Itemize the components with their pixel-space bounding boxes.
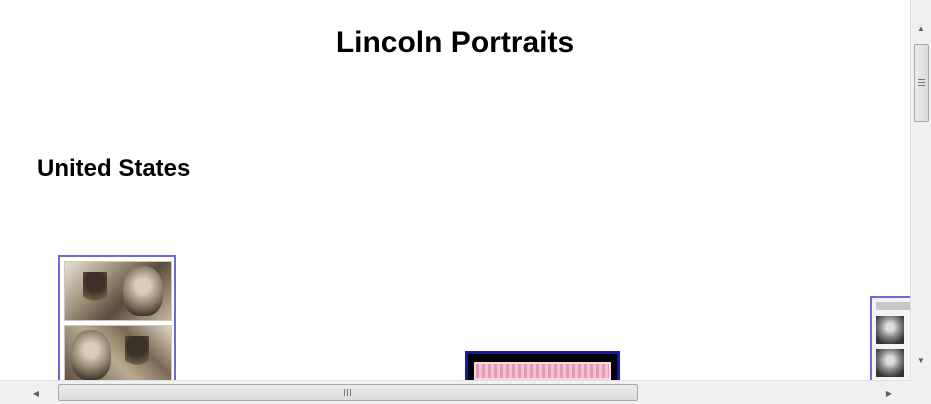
stamp-pair-thumbnail[interactable]	[58, 255, 176, 380]
scrollbar-corner	[910, 380, 931, 404]
page-viewport: Lincoln Portraits United States	[0, 0, 910, 380]
grip-icon	[918, 79, 925, 87]
lincoln-stamp-image	[64, 325, 172, 380]
pink-stamp-thumbnail[interactable]	[465, 351, 620, 380]
arrow-down-icon[interactable]: ▼	[911, 350, 931, 370]
lincoln-stamp-image	[64, 261, 172, 321]
stamp-sheet-image	[876, 316, 904, 344]
arrow-left-icon[interactable]: ◀	[26, 383, 46, 403]
arrow-up-icon[interactable]: ▲	[911, 18, 931, 38]
horizontal-scrollbar[interactable]: ◀ ▶	[0, 380, 910, 404]
sheet-header-strip	[876, 302, 910, 310]
section-heading: United States	[37, 155, 191, 182]
pink-stamp-image	[474, 362, 611, 380]
stamp-sheet-thumbnail[interactable]	[870, 296, 910, 380]
page-title: Lincoln Portraits	[335, 26, 575, 59]
horizontal-scroll-thumb[interactable]	[58, 384, 638, 401]
grip-icon	[344, 389, 352, 396]
stamp-sheet-image	[876, 349, 904, 377]
vertical-scrollbar[interactable]: ▲ ▼	[910, 0, 931, 380]
arrow-right-icon[interactable]: ▶	[879, 383, 899, 403]
vertical-scroll-thumb[interactable]	[914, 44, 929, 122]
